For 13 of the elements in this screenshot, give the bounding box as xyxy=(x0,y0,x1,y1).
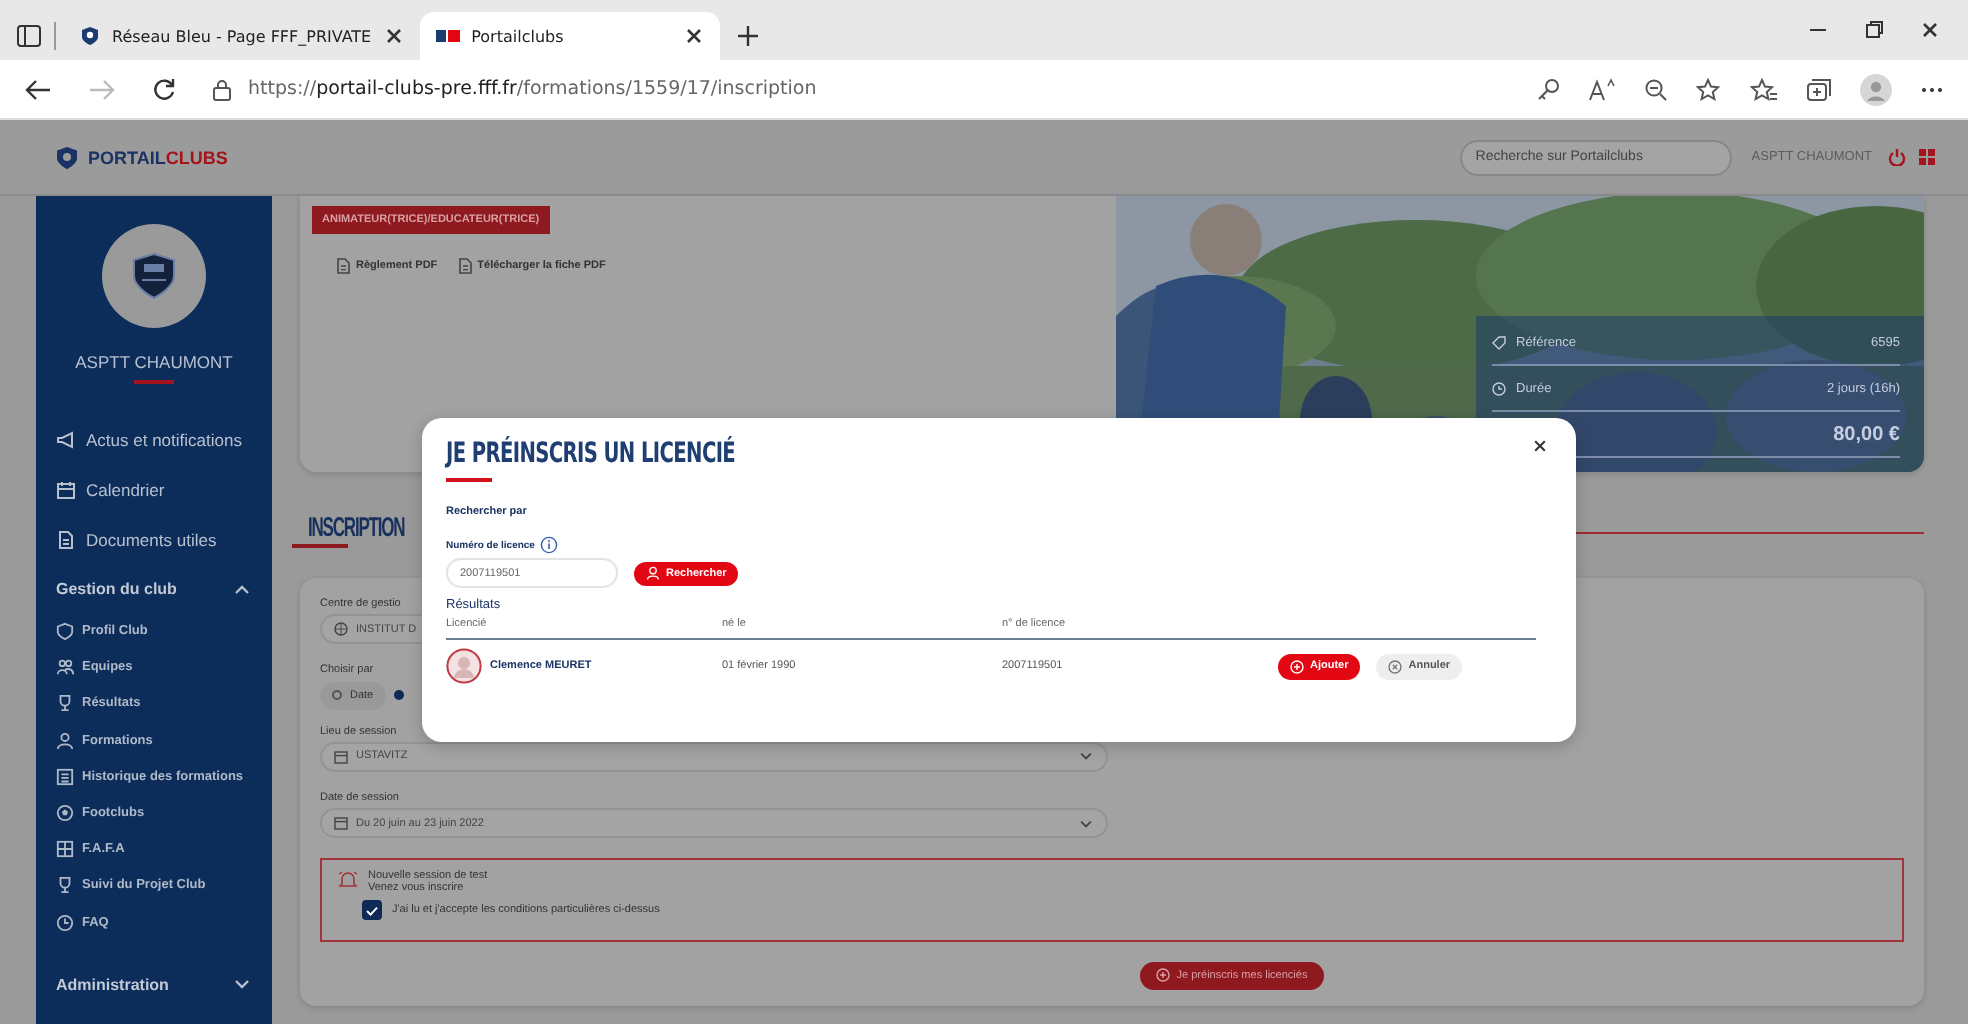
address-bar[interactable]: https://portail-clubs-pre.fff.fr/formations/1559/17/inscription xyxy=(248,78,817,100)
club-name: ASPTT CHAUMONT xyxy=(73,352,235,372)
sidebar-section[interactable]: Administration xyxy=(36,960,272,1009)
sidebar-item[interactable]: Calendrier xyxy=(36,465,272,515)
sidebar-item[interactable]: Documents utiles xyxy=(36,515,272,565)
modal-title: JE PRÉINSCRIS UN LICENCIÉ xyxy=(446,438,736,470)
sidebar-section[interactable]: Gestion du club xyxy=(36,565,272,613)
course-price: 80,00 € xyxy=(1833,423,1900,445)
browser-tab[interactable]: Réseau Bleu - Page FFF_PRIVATE xyxy=(64,12,420,60)
sidebar-item[interactable]: Actus et notifications xyxy=(36,415,272,465)
section-title: INSCRIPTION xyxy=(308,510,405,542)
browser-tab[interactable]: Portailclubs xyxy=(419,12,720,60)
portal-logo[interactable]: PORTAILCLUBS xyxy=(56,145,228,169)
